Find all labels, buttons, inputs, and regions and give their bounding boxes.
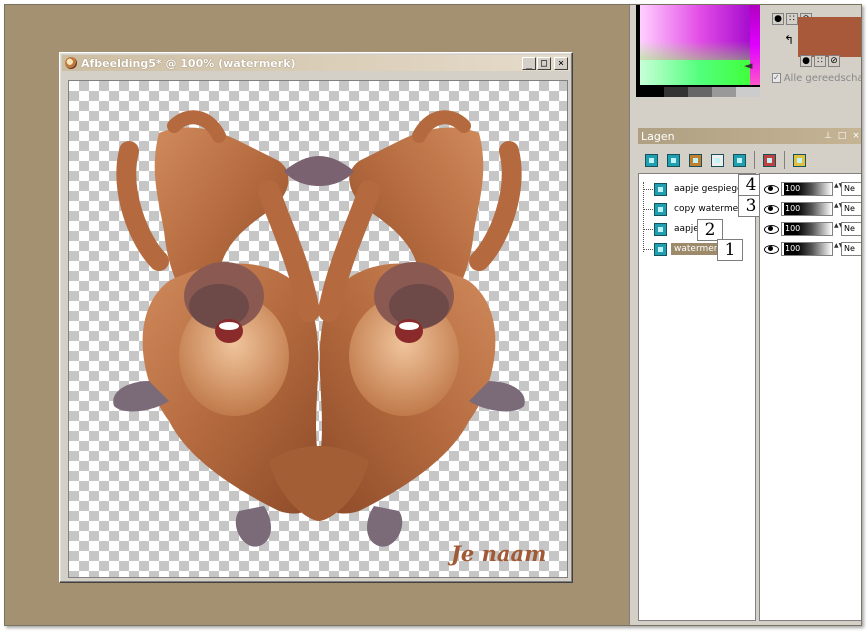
number-badge: 2 bbox=[697, 219, 723, 241]
duplicate-layer-icon[interactable] bbox=[760, 151, 779, 170]
layer-props-row: 100 ▲▼ Ne bbox=[760, 200, 861, 218]
background-swatch[interactable] bbox=[798, 17, 861, 57]
image-window-title: Afbeelding5* @ 100% (watermerk) bbox=[81, 56, 296, 70]
new-vector-layer-icon[interactable] bbox=[664, 151, 683, 170]
visibility-eye-icon[interactable] bbox=[763, 244, 779, 254]
hue-strip[interactable] bbox=[750, 5, 760, 85]
opacity-spinner-icon[interactable]: ▲▼ bbox=[834, 222, 843, 236]
hue-marker-icon[interactable]: ◄ bbox=[744, 60, 754, 71]
right-dock: ◄ ● ∷ ⊘ ↰ ● ∷ ⊘ ✓ Alle gereedschap Lagen… bbox=[629, 5, 862, 625]
layer-props-row: 100 ▲▼ Ne bbox=[760, 180, 861, 198]
opacity-slider[interactable]: 100 bbox=[781, 222, 833, 236]
blend-mode-select[interactable]: Ne bbox=[841, 242, 861, 256]
grayscale-strip[interactable] bbox=[640, 87, 760, 97]
raster-layer-icon bbox=[654, 242, 667, 256]
image-window[interactable]: Afbeelding5* @ 100% (watermerk) _ □ × Je… bbox=[59, 52, 573, 583]
layer-properties-column: 100 ▲▼ Ne 100 ▲▼ Ne 100 ▲▼ Ne 100 ▲▼ Ne bbox=[759, 173, 861, 621]
opacity-slider[interactable]: 100 bbox=[781, 182, 833, 196]
new-art-media-layer-icon[interactable] bbox=[686, 151, 705, 170]
close-button[interactable]: × bbox=[554, 56, 568, 70]
pattern-style-icon[interactable]: ∷ bbox=[786, 13, 798, 25]
number-badge: 1 bbox=[717, 239, 743, 261]
blend-mode-select[interactable]: Ne bbox=[841, 182, 861, 196]
all-tools-checkbox[interactable]: ✓ bbox=[772, 73, 781, 83]
screenshot-frame: Afbeelding5* @ 100% (watermerk) _ □ × Je… bbox=[4, 4, 862, 626]
color-gradient-field[interactable] bbox=[640, 5, 760, 85]
toolbar-separator bbox=[784, 151, 785, 169]
panel-maximize-icon[interactable]: □ bbox=[836, 130, 848, 142]
layers-toolbar bbox=[638, 148, 861, 172]
opacity-spinner-icon[interactable]: ▲▼ bbox=[834, 202, 843, 216]
fill-none-icon[interactable]: ⊘ bbox=[828, 55, 840, 67]
opacity-spinner-icon[interactable]: ▲▼ bbox=[834, 182, 843, 196]
layers-list[interactable]: aapje gespiegeld copy watermerk aapje wa… bbox=[638, 173, 764, 621]
fill-solid-icon[interactable]: ● bbox=[800, 55, 812, 67]
fill-pattern-icon[interactable]: ∷ bbox=[814, 55, 826, 67]
layers-titlebar[interactable]: Lagen ⊥ □ × bbox=[638, 128, 861, 144]
visibility-eye-icon[interactable] bbox=[763, 204, 779, 214]
maximize-button[interactable]: □ bbox=[537, 56, 551, 70]
layer-properties-icon[interactable] bbox=[790, 151, 809, 170]
opacity-slider[interactable]: 100 bbox=[781, 202, 833, 216]
app-icon[interactable] bbox=[65, 57, 77, 69]
visibility-eye-icon[interactable] bbox=[763, 184, 779, 194]
layers-title: Lagen bbox=[641, 129, 675, 143]
image-window-titlebar[interactable]: Afbeelding5* @ 100% (watermerk) _ □ × bbox=[62, 55, 570, 71]
layer-props-row: 100 ▲▼ Ne bbox=[760, 240, 861, 258]
color-picker[interactable]: ◄ bbox=[636, 5, 760, 97]
visibility-eye-icon[interactable] bbox=[763, 224, 779, 234]
raster-layer-icon bbox=[654, 222, 667, 236]
minimize-button[interactable]: _ bbox=[522, 56, 536, 70]
blend-mode-select[interactable]: Ne bbox=[841, 222, 861, 236]
pin-icon[interactable]: ⊥ bbox=[822, 130, 834, 142]
all-tools-toggle[interactable]: ✓ Alle gereedschap bbox=[772, 71, 862, 85]
raster-layer-icon bbox=[654, 202, 667, 216]
workspace: Afbeelding5* @ 100% (watermerk) _ □ × Je… bbox=[5, 5, 629, 625]
opacity-slider[interactable]: 100 bbox=[781, 242, 833, 256]
new-mask-layer-icon[interactable] bbox=[708, 151, 727, 170]
orangutan-artwork bbox=[113, 110, 525, 547]
layer-props-row: 100 ▲▼ Ne bbox=[760, 220, 861, 238]
image-canvas[interactable]: Je naam bbox=[68, 80, 568, 578]
new-raster-layer-icon[interactable] bbox=[642, 151, 661, 170]
raster-layer-icon bbox=[654, 182, 667, 196]
opacity-spinner-icon[interactable]: ▲▼ bbox=[834, 242, 843, 256]
panel-close-icon[interactable]: × bbox=[850, 130, 861, 142]
new-adjustment-layer-icon[interactable] bbox=[730, 151, 749, 170]
swap-colors-icon[interactable]: ↰ bbox=[784, 33, 794, 47]
toolbar-separator bbox=[754, 151, 755, 169]
watermark-text: Je naam bbox=[451, 541, 547, 566]
solid-style-icon[interactable]: ● bbox=[772, 13, 784, 25]
all-tools-label: Alle gereedschap bbox=[783, 72, 862, 84]
blend-mode-select[interactable]: Ne bbox=[841, 202, 861, 216]
center-hands bbox=[284, 156, 354, 186]
